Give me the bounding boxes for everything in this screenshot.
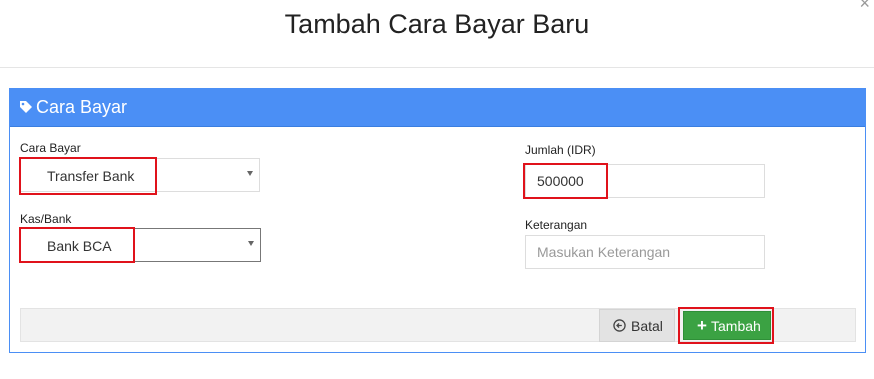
plus-icon: + (697, 316, 707, 335)
modal-title: Tambah Cara Bayar Baru (284, 9, 590, 39)
close-icon[interactable]: × (859, 0, 870, 12)
panel-heading: Cara Bayar (10, 89, 865, 127)
panel-title: Cara Bayar (36, 97, 128, 117)
cara-bayar-label: Cara Bayar (20, 141, 81, 155)
chevron-down-icon (248, 241, 254, 246)
kas-bank-label: Kas/Bank (20, 212, 72, 226)
chevron-down-icon (247, 171, 253, 176)
keterangan-input[interactable] (525, 235, 765, 269)
cara-bayar-select[interactable]: Transfer Bank (20, 158, 260, 192)
tambah-button[interactable]: + Tambah (683, 311, 771, 340)
tag-icon (20, 101, 32, 113)
batal-label: Batal (631, 318, 663, 334)
cara-bayar-panel: Cara Bayar Cara Bayar Transfer Bank Kas/… (9, 88, 866, 353)
tambah-label: Tambah (711, 318, 761, 334)
cara-bayar-value: Transfer Bank (47, 168, 135, 184)
jumlah-label: Jumlah (IDR) (525, 143, 596, 157)
kas-bank-value: Bank BCA (47, 238, 112, 254)
kas-bank-select[interactable]: Bank BCA (20, 228, 261, 262)
modal-header: Tambah Cara Bayar Baru × (0, 0, 874, 68)
arrow-circle-left-icon (613, 319, 626, 332)
jumlah-input[interactable] (525, 164, 765, 198)
keterangan-label: Keterangan (525, 218, 588, 232)
batal-button[interactable]: Batal (599, 309, 675, 342)
